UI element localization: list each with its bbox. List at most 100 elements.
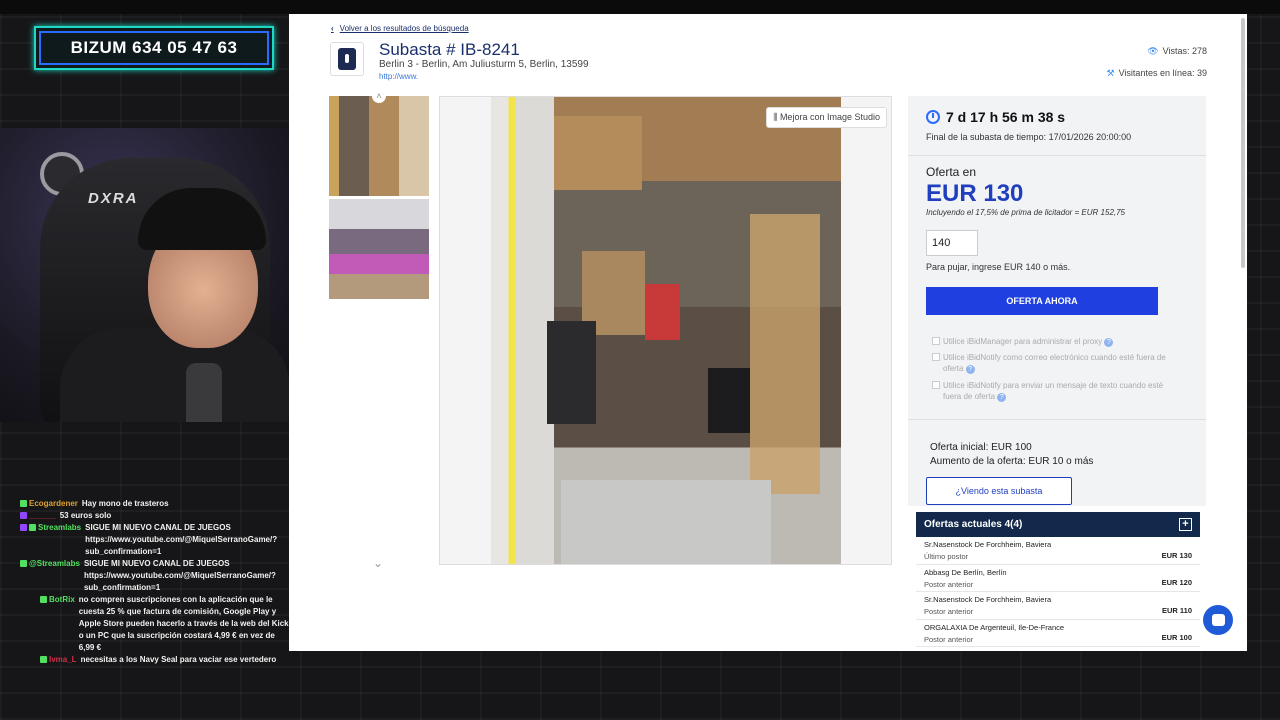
bid-amount: EUR 120 [1161,578,1192,587]
chevron-down-icon[interactable]: ⌄ [373,556,383,570]
help-icon[interactable]: ? [965,365,975,374]
divider [908,155,1206,156]
offer-row: ORGALAXIA De Argenteuil, Ile-De-France P… [916,620,1200,647]
countdown-value: 7 d 17 h 56 m 38 s [946,109,1066,125]
thumbnail-strip: ˄ [329,89,429,302]
back-link-label: Volver a los resultados de búsqueda [339,24,469,33]
image-studio-label: Mejora con Image Studio [779,112,880,122]
bidder-name: Sr.Nasenstock De Forchheim, Baviera [924,540,1052,549]
initial-offer: Oferta inicial: EUR 100 [930,442,1032,453]
bidding-panel: 7 d 17 h 56 m 38 s Final de la subasta d… [908,96,1206,506]
chevron-up-icon[interactable]: ˄ [372,89,386,103]
hammer-icon: ⚒ [1106,68,1115,78]
chat-user: Ivma_L [49,655,77,664]
auction-stats: 👁 Vistas: 278 ⚒ Visitantes en línea: 39 [1107,40,1207,84]
chat-message: 53 euros solo [59,511,112,520]
chat-line: Ivma_L necesitas a los Navy Seal para va… [20,654,290,666]
support-chat-button[interactable] [1203,605,1233,635]
chat-line: Streamlabs SIGUE MI NUEVO CANAL DE JUEGO… [20,522,290,558]
option-ibidnotify-email[interactable]: Utilice iBidNotify como correo electróni… [932,352,1182,374]
chair-brand: DXRA [88,190,139,207]
offer-label: Oferta en [926,165,977,179]
bidder-role: Postor anterior [924,634,974,644]
offer-row: Abbasg De Berlín, Berlín Postor anterior… [916,565,1200,592]
current-offer: EUR 130 [926,180,1024,207]
badge-icon [40,596,47,603]
option-ibidnotify-sms[interactable]: Utilice iBidNotify para enviar un mensaj… [932,380,1182,402]
badge-icon [20,500,27,507]
offers-title: Ofertas actuales 4(4) [924,519,1023,530]
streamer-body [60,328,289,422]
page-title: Subasta # IB-8241 [379,40,520,59]
option-label: Utilice iBidNotify para enviar un mensaj… [943,381,1164,401]
checkbox[interactable] [932,381,940,389]
bidder-role: Postor anterior [924,579,974,589]
bid-amount: EUR 110 [1161,605,1192,615]
bidder-name: ORGALAXIA De Argenteuil, Ile-De-France [924,622,1065,632]
auction-terms: Oferta inicial: EUR 100 Aumento de la of… [930,441,1093,469]
chat-user: Ecogardener [29,499,78,508]
buyer-premium: Incluyendo el 17,5% de prima de licitado… [926,208,1126,217]
bidder-name: Abbasg De Berlín, Berlín [924,567,1007,577]
views-count: Vistas: 278 [1162,46,1207,56]
auction-page: ‹ Volver a los resultados de búsqueda Su… [289,14,1247,651]
option-ibidmanager[interactable]: Utilice iBidManager para administrar el … [932,336,1182,347]
help-icon[interactable]: ? [997,393,1007,402]
bidder-name: Sr.Nasenstock De Forchheim, Baviera [924,595,1052,604]
auction-url-link[interactable]: http://www. [379,72,418,81]
badge-icon [20,512,27,519]
chat-message: no compren suscripciones con la aplicaci… [78,595,289,652]
thumbnail-1[interactable] [329,96,429,196]
chat-line: @Streamlabs SIGUE MI NUEVO CANAL DE JUEG… [20,558,290,594]
chat-line: BotRix no compren suscripciones con la a… [20,594,290,654]
lock-icon [338,48,356,70]
chat-user: ______ [29,511,56,520]
bidder-role: Postor anterior [924,607,974,616]
image-studio-button[interactable]: ⫼ Mejora con Image Studio [766,107,887,128]
page-scrollbar[interactable] [1241,18,1245,268]
bid-amount-input[interactable] [926,230,978,256]
bid-increment: Aumento de la oferta: EUR 10 o más [930,456,1094,467]
plus-icon[interactable]: + [1179,518,1192,531]
badge-icon [20,560,27,567]
stream-chat: Ecogardener Hay mono de trasteros ______… [20,498,290,688]
option-label: Utilice iBidManager para administrar el … [943,337,1103,346]
bidder-role: Último postor [924,552,969,561]
offer-row: Sr.Nasenstock De Forchheim, Baviera Post… [916,592,1200,620]
chat-message: necesitas a los Navy Seal para vaciar es… [80,655,277,664]
bid-amount: EUR 130 [1161,550,1192,560]
checkbox[interactable] [932,337,940,345]
countdown: 7 d 17 h 56 m 38 s [926,109,1065,125]
bid-hint: Para pujar, ingrese EUR 140 o más. [926,262,1071,272]
sliders-icon: ⫼ [773,112,780,122]
chat-line: Ecogardener Hay mono de trasteros [20,498,290,510]
help-icon[interactable]: ? [1104,338,1114,347]
current-offers: Ofertas actuales 4(4) + Sr.Nasenstock De… [916,512,1200,651]
eye-icon: 👁 [1147,46,1159,56]
option-label: Utilice iBidNotify como correo electróni… [943,353,1166,373]
offers-header: Ofertas actuales 4(4) + [916,512,1200,537]
thumbnail-2[interactable] [329,199,429,299]
chat-icon [1211,614,1225,626]
bizum-label: BIZUM 634 05 47 63 [70,38,238,57]
main-photo-viewer[interactable]: ⫼ Mejora con Image Studio [439,96,892,565]
storage-unit-photo [491,97,841,564]
bizum-banner: BIZUM 634 05 47 63 [34,26,274,70]
watch-auction-button[interactable]: ¿Viendo esta subasta [926,477,1072,505]
badge-icon [29,524,36,531]
top-bar [0,0,1280,14]
place-bid-button[interactable]: OFERTA AHORA [926,287,1158,315]
online-visitors: Visitantes en línea: 39 [1118,68,1207,78]
back-to-results-link[interactable]: ‹ Volver a los resultados de búsqueda [331,24,469,33]
microphone [186,363,222,422]
webcam-feed: DXRA [0,128,289,422]
chat-line: ______ 53 euros solo [20,510,290,522]
clock-icon [926,110,940,124]
chat-user: @Streamlabs [29,559,80,568]
badge-icon [40,656,47,663]
bid-amount: EUR 100 [1161,633,1192,642]
badge-icon [20,524,27,531]
chat-user: Streamlabs [38,523,82,532]
checkbox[interactable] [932,353,940,361]
chevron-left-icon: ‹ [331,24,334,33]
